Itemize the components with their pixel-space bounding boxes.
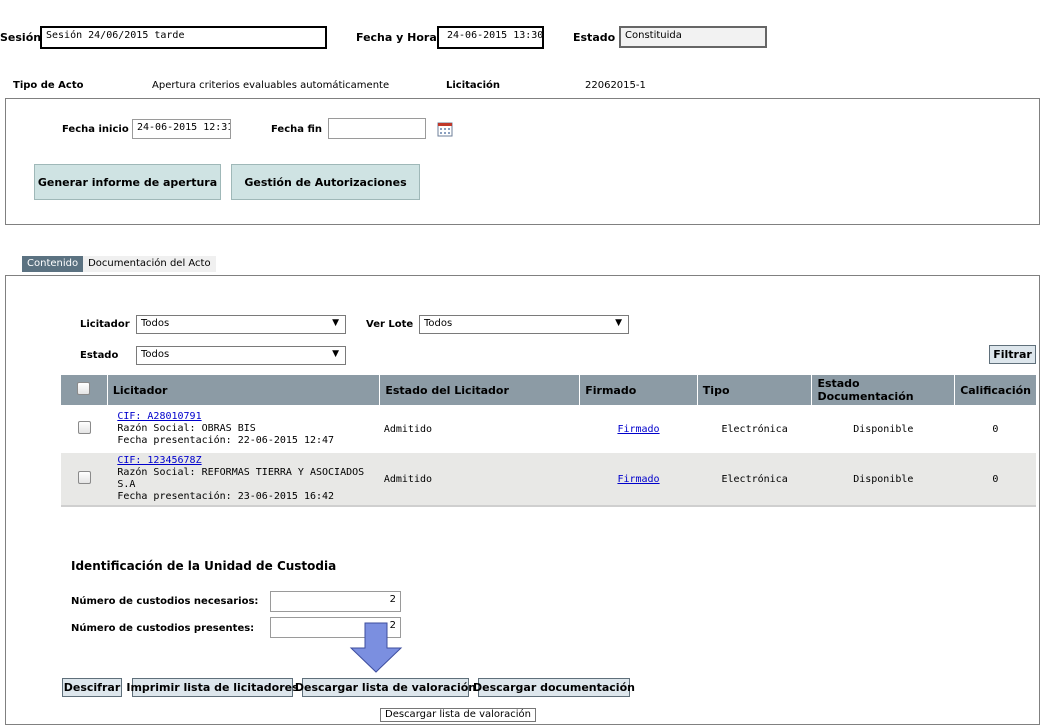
- licitador-select-value: Todos: [141, 318, 170, 329]
- licitador-cell: CIF: A28010791 Razón Social: OBRAS BIS F…: [107, 405, 380, 453]
- tipo-acto-label: Tipo de Acto: [13, 80, 84, 91]
- filtro-estado-label: Estado: [80, 350, 119, 361]
- estado-licitador-cell: Admitido: [379, 405, 580, 453]
- fecha-fin-label: Fecha fin: [271, 124, 323, 135]
- cif-link[interactable]: CIF: A28010791: [117, 411, 378, 423]
- sesion-label: Sesión: [0, 31, 42, 44]
- firmado-cell: Firmado: [579, 405, 698, 453]
- header-calificacion: Calificación: [954, 375, 1036, 405]
- custodios-necesarios-label: Número de custodios necesarios:: [71, 596, 259, 607]
- estado-documentacion-cell: Disponible: [811, 453, 955, 505]
- razon-social: Razón Social: OBRAS BIS: [117, 423, 256, 434]
- filtro-licitador-label: Licitador: [80, 319, 130, 330]
- fecha-fin-field[interactable]: [328, 118, 426, 139]
- row-checkbox-cell: [61, 453, 108, 505]
- cif-link[interactable]: CIF: 12345678Z: [117, 455, 378, 467]
- firmado-link[interactable]: Firmado: [617, 474, 659, 485]
- fecha-inicio-label: Fecha inicio: [62, 124, 129, 135]
- table-row: CIF: 12345678Z Razón Social: REFORMAS TI…: [61, 453, 1036, 505]
- imprimir-lista-licitadores-button[interactable]: Imprimir lista de licitadores: [126, 678, 299, 697]
- content-tabs: Contenido Documentación del Acto: [22, 256, 216, 272]
- ver-lote-select[interactable]: Todos ▼: [419, 315, 629, 334]
- licitador-cell: CIF: 12345678Z Razón Social: REFORMAS TI…: [107, 453, 380, 505]
- header-tipo: Tipo: [697, 375, 813, 405]
- fechas-panel: [5, 98, 1040, 225]
- header-estado-licitador: Estado del Licitador: [379, 375, 581, 405]
- gestion-autorizaciones-button[interactable]: Gestión de Autorizaciones: [231, 164, 420, 200]
- custodia-title: Identificación de la Unidad de Custodia: [71, 559, 337, 573]
- custodios-presentes-label: Número de custodios presentes:: [71, 623, 255, 634]
- fecha-hora-label: Fecha y Hora: [356, 31, 437, 44]
- fecha-presentacion: Fecha presentación: 23-06-2015 16:42: [117, 491, 335, 502]
- firmado-link[interactable]: Firmado: [617, 424, 659, 435]
- estado-select-value: Todos: [141, 349, 170, 360]
- licitador-select[interactable]: Todos ▼: [136, 315, 346, 334]
- select-all-header: [61, 375, 108, 405]
- estado-select[interactable]: Todos ▼: [136, 346, 346, 365]
- licitacion-label: Licitación: [446, 80, 501, 91]
- razon-social: Razón Social: REFORMAS TIERRA Y ASOCIADO…: [117, 467, 365, 490]
- tab-documentacion-acto[interactable]: Documentación del Acto: [83, 256, 216, 272]
- estado-licitador-cell: Admitido: [379, 453, 580, 505]
- licitacion-value: 22062015-1: [585, 80, 646, 91]
- generar-informe-button[interactable]: Generar informe de apertura: [34, 164, 221, 200]
- estado-documentacion-cell: Disponible: [811, 405, 955, 453]
- row-checkbox-cell: [61, 405, 108, 453]
- estado-label: Estado: [573, 31, 616, 44]
- header-estado-documentacion: Estado Documentación: [811, 375, 956, 405]
- filtrar-button[interactable]: Filtrar: [989, 345, 1036, 364]
- arrow-down-icon: [349, 622, 403, 674]
- firmado-cell: Firmado: [579, 453, 698, 505]
- chevron-down-icon: ▼: [332, 349, 339, 359]
- tab-contenido[interactable]: Contenido: [22, 256, 84, 272]
- sesion-field[interactable]: Sesión 24/06/2015 tarde: [40, 26, 327, 49]
- tipo-cell: Electrónica: [697, 453, 812, 505]
- fecha-hora-field[interactable]: 24-06-2015 13:30: [437, 26, 544, 49]
- fecha-presentacion: Fecha presentación: 22-06-2015 12:47: [117, 435, 335, 446]
- custodios-necesarios-field: 2: [270, 591, 401, 612]
- calificacion-cell: 0: [954, 453, 1036, 505]
- select-all-checkbox[interactable]: [77, 382, 91, 395]
- row-checkbox[interactable]: [77, 421, 91, 434]
- chevron-down-icon: ▼: [615, 318, 622, 328]
- descargar-lista-valoracion-button[interactable]: Descargar lista de valoración: [295, 678, 476, 697]
- calendar-icon[interactable]: [437, 121, 453, 137]
- table-bottom-divider: [61, 505, 1036, 507]
- filtro-ver-lote-label: Ver Lote: [366, 319, 414, 330]
- row-checkbox[interactable]: [77, 471, 91, 484]
- tipo-cell: Electrónica: [697, 405, 812, 453]
- calificacion-cell: 0: [954, 405, 1036, 453]
- header-licitador: Licitador: [107, 375, 381, 405]
- descargar-documentacion-button[interactable]: Descargar documentación: [473, 678, 635, 697]
- fecha-inicio-field[interactable]: 24-06-2015 12:31: [132, 119, 231, 139]
- descifrar-button[interactable]: Descifrar: [62, 678, 122, 697]
- table-row: CIF: A28010791 Razón Social: OBRAS BIS F…: [61, 405, 1036, 453]
- licitadores-table: Licitador Estado del Licitador Firmado T…: [61, 375, 1036, 505]
- tipo-acto-value: Apertura criterios evaluables automática…: [152, 80, 390, 91]
- ver-lote-select-value: Todos: [424, 318, 453, 329]
- header-firmado: Firmado: [579, 375, 698, 405]
- chevron-down-icon: ▼: [332, 318, 339, 328]
- estado-field: Constituida: [619, 26, 767, 48]
